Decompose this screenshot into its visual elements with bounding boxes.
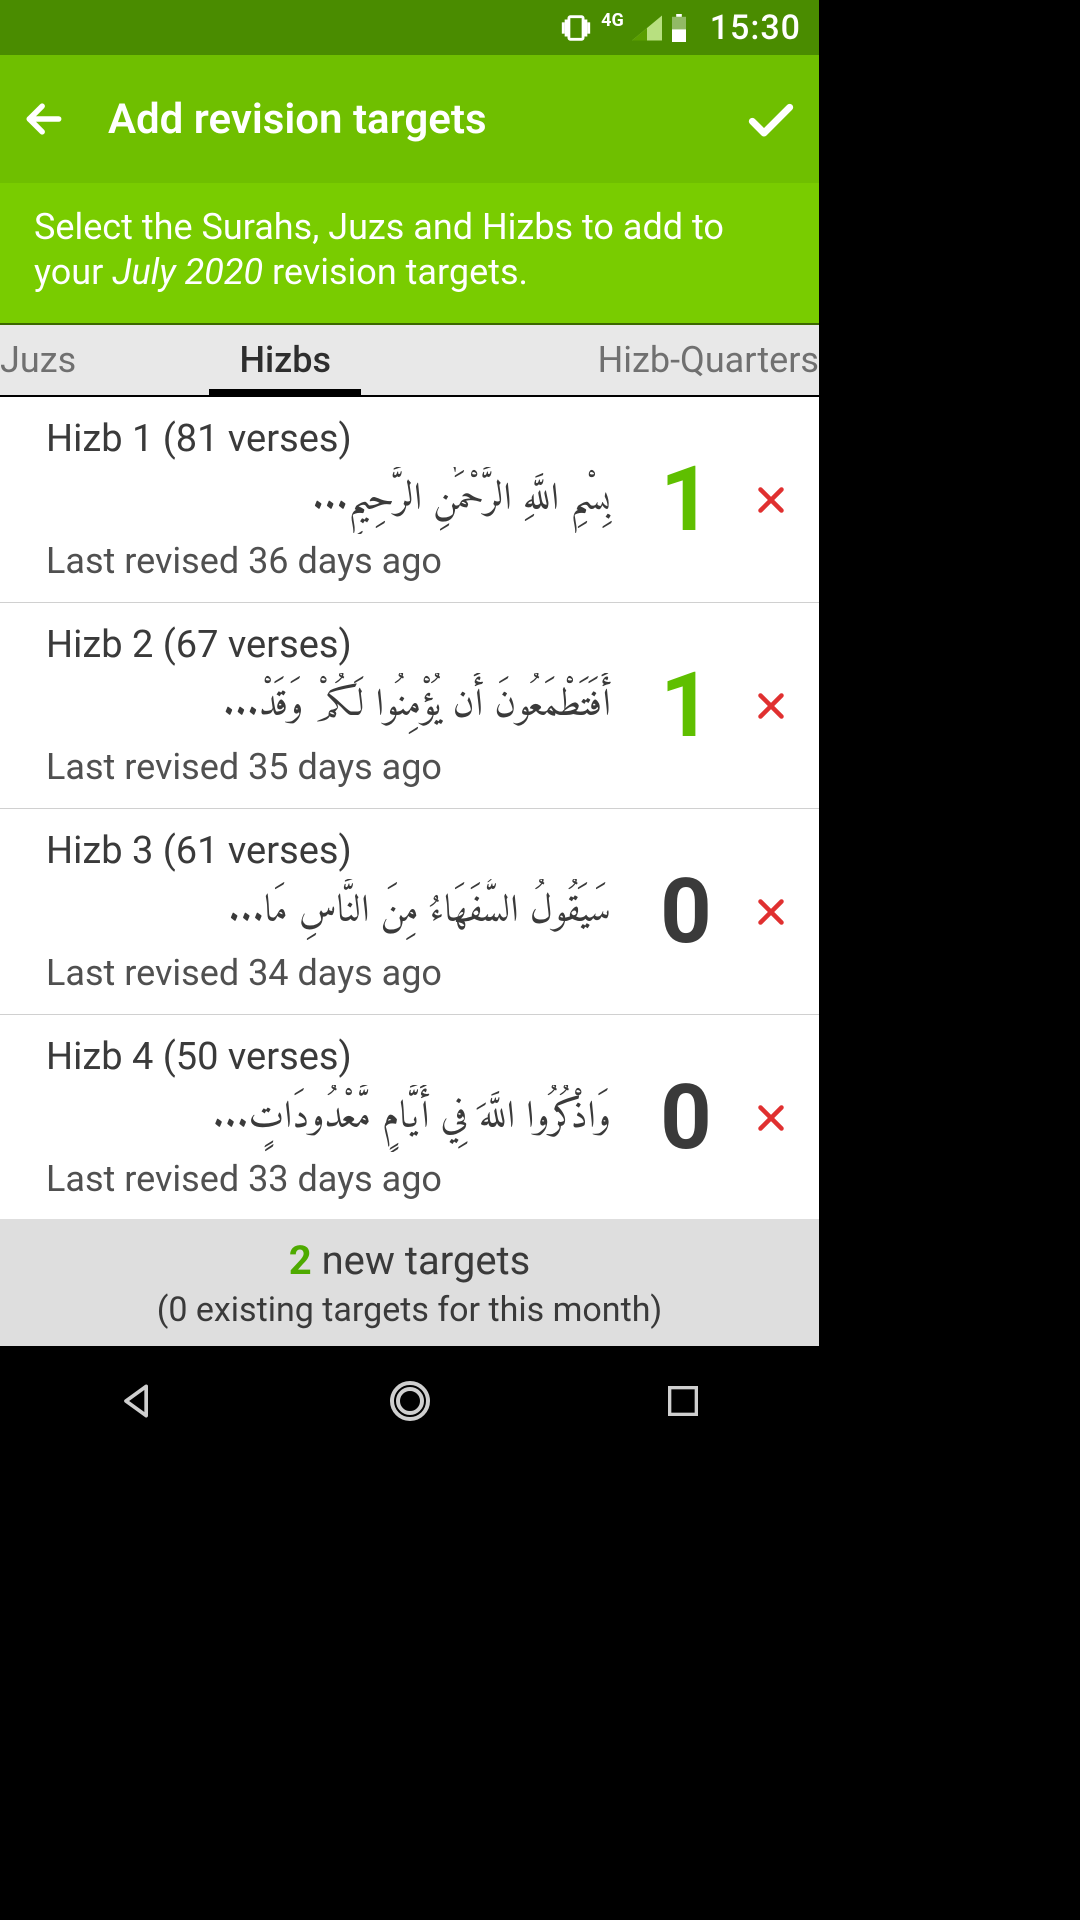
list-item-main: Hizb 1 (81 verses) بِسْمِ اللَّهِ الرَّح… [46,417,623,582]
list-item[interactable]: Hizb 2 (67 verses) أَفَتَطْمَعُونَ أَن ي… [0,603,819,809]
app-bar: Add revision targets [0,55,819,183]
nav-back-button[interactable] [107,1371,167,1431]
signal-icon [632,15,662,41]
nav-home-button[interactable] [380,1371,440,1431]
list-item[interactable]: Hizb 4 (50 verses) وَاذْكُرُوا اللَّهَ ف… [0,1015,819,1219]
remove-button[interactable] [749,684,793,728]
remove-button[interactable] [749,478,793,522]
tabs: Juzs Hizbs Hizb-Quarters [0,325,819,397]
instruction-month: July 2020 [112,251,263,293]
page-title: Add revision targets [108,95,703,144]
list-item-sub: Last revised 36 days ago [46,540,623,582]
status-icons: 4G [559,10,688,45]
list-item-count: 0 [641,867,731,957]
status-bar: 4G 15:30 [0,0,819,55]
list-item-sub: Last revised 33 days ago [46,1158,623,1200]
new-count: 2 [289,1237,312,1284]
list-item[interactable]: Hizb 1 (81 verses) بِسْمِ اللَّهِ الرَّح… [0,397,819,603]
confirm-button[interactable] [743,91,799,147]
list-item-sub: Last revised 35 days ago [46,746,623,788]
list-item-arabic: وَاذْكُرُوا اللَّهَ فِي أَيَّامٍ مَّعْدُ… [46,1085,623,1152]
list-item-count: 0 [641,1073,731,1163]
nav-recent-button[interactable] [653,1371,713,1431]
list-item-count: 1 [641,661,731,751]
list-item-arabic: أَفَتَطْمَعُونَ أَن يُؤْمِنُوا لَكُمْ وَ… [46,673,623,740]
list-item-main: Hizb 3 (61 verses) سَيَقُولُ السُّفَهَاء… [46,829,623,994]
tab-hizbs[interactable]: Hizbs [209,325,361,395]
list-item-title: Hizb 2 (67 verses) [46,623,623,667]
footer-existing: (0 existing targets for this month) [0,1290,819,1330]
list-item-title: Hizb 3 (61 verses) [46,829,623,873]
remove-button[interactable] [749,890,793,934]
list-item[interactable]: Hizb 3 (61 verses) سَيَقُولُ السُّفَهَاء… [0,809,819,1015]
android-nav-bar [0,1346,819,1456]
instruction-text: Select the Surahs, Juzs and Hizbs to add… [34,205,785,295]
list-item-arabic: بِسْمِ اللَّهِ الرَّحْمَٰنِ الرَّحِيمِ..… [46,467,623,534]
footer-new-targets: 2 new targets [0,1237,819,1284]
network-label: 4G [601,10,624,31]
list-item-arabic: سَيَقُولُ السُّفَهَاءُ مِنَ النَّاسِ مَا… [46,879,623,946]
status-time: 15:30 [710,8,801,48]
tab-juzs[interactable]: Juzs [0,325,106,395]
summary-footer: 2 new targets (0 existing targets for th… [0,1219,819,1346]
list-item-sub: Last revised 34 days ago [46,952,623,994]
list-item-main: Hizb 2 (67 verses) أَفَتَطْمَعُونَ أَن ي… [46,623,623,788]
new-label: new targets [312,1237,531,1284]
list-item-count: 1 [641,455,731,545]
battery-icon [670,14,688,42]
tab-hizb-quarters[interactable]: Hizb-Quarters [568,325,819,395]
back-button[interactable] [20,95,68,143]
vibrate-icon [559,11,593,45]
list-item-title: Hizb 1 (81 verses) [46,417,623,461]
remove-button[interactable] [749,1096,793,1140]
list-item-main: Hizb 4 (50 verses) وَاذْكُرُوا اللَّهَ ف… [46,1035,623,1200]
instruction-banner: Select the Surahs, Juzs and Hizbs to add… [0,183,819,325]
list-item-title: Hizb 4 (50 verses) [46,1035,623,1079]
hizb-list: Hizb 1 (81 verses) بِسْمِ اللَّهِ الرَّح… [0,397,819,1219]
instruction-suffix: revision targets. [263,251,528,293]
